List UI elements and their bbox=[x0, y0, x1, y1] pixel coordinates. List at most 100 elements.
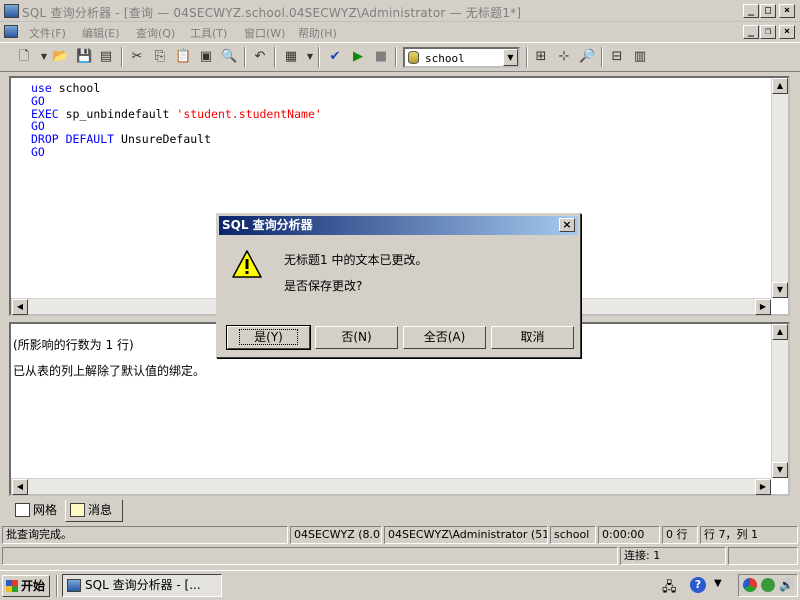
taskbar-item-query-analyzer[interactable]: SQL 查询分析器 - [... bbox=[62, 574, 222, 597]
warning-icon bbox=[232, 250, 262, 278]
query-text[interactable]: use school GO EXEC sp_unbindefault 'stud… bbox=[31, 82, 322, 159]
network-icon[interactable]: 🖧 bbox=[662, 578, 677, 600]
status-connections: 连接: 1 bbox=[620, 547, 726, 565]
new-dropdown-icon[interactable]: ▼ bbox=[36, 49, 52, 65]
menu-file[interactable]: 文件(F) bbox=[29, 25, 66, 41]
close-button[interactable]: × bbox=[779, 4, 795, 18]
display-estimated-plan-icon[interactable]: ⊞ bbox=[533, 49, 549, 65]
result-line: 已从表的列上解除了默认值的绑定。 bbox=[13, 364, 206, 378]
dialog-message-line1: 无标题1 中的文本已更改。 bbox=[284, 253, 428, 267]
cancel-button[interactable]: 取消 bbox=[491, 326, 574, 349]
query-analyzer-icon bbox=[67, 579, 81, 592]
title-bar: SQL 查询分析器 - [查询 — 04SECWYZ.school.04SECW… bbox=[0, 0, 800, 22]
save-icon[interactable]: 💾 bbox=[76, 49, 92, 65]
editor-vertical-scrollbar[interactable]: ▲ ▼ bbox=[771, 78, 788, 298]
app-icon bbox=[4, 4, 19, 18]
no-to-all-button[interactable]: 全否(A) bbox=[403, 326, 486, 349]
dialog-title: SQL 查询分析器 bbox=[222, 218, 313, 232]
maximize-button[interactable]: □ bbox=[760, 4, 776, 18]
results-tabs: 网格 消息 bbox=[9, 500, 790, 522]
status-database: school bbox=[550, 526, 596, 544]
window-title: SQL 查询分析器 - [查询 — 04SECWYZ.school.04SECW… bbox=[22, 6, 522, 20]
load-script-icon[interactable]: ▤ bbox=[98, 49, 114, 65]
grid-icon bbox=[15, 503, 30, 517]
mdi-close-button[interactable]: × bbox=[779, 25, 795, 39]
chevron-down-icon[interactable]: ▼ bbox=[714, 578, 722, 589]
database-icon bbox=[408, 51, 419, 64]
menu-help[interactable]: 帮助(H) bbox=[298, 25, 337, 41]
toolbar: 🗋 ▼ 📂 💾 ▤ ✂ ⎘ 📋 ▣ 🔍 ↶ ▦ ▼ ✔ ▶ ■ school ▼… bbox=[0, 42, 800, 72]
scroll-right-icon[interactable]: ▶ bbox=[755, 299, 771, 315]
status-empty-right bbox=[728, 547, 798, 565]
results-horizontal-scrollbar[interactable]: ◀ ▶ bbox=[11, 478, 771, 495]
chevron-down-icon[interactable]: ▼ bbox=[503, 49, 518, 66]
code-line: DROP DEFAULT UnsureDefault bbox=[31, 132, 212, 147]
sql-service-manager-icon[interactable] bbox=[743, 578, 757, 592]
start-button[interactable]: 开始 bbox=[2, 575, 50, 597]
code-line: EXEC sp_unbindefault 'student.studentNam… bbox=[31, 106, 322, 121]
scroll-right-icon[interactable]: ▶ bbox=[755, 479, 771, 495]
messages-icon bbox=[70, 503, 85, 517]
dialog-close-button[interactable]: × bbox=[559, 218, 575, 232]
status-elapsed-time: 0:00:00 bbox=[598, 526, 660, 544]
scroll-left-icon[interactable]: ◀ bbox=[12, 479, 28, 495]
open-folder-icon[interactable]: 📂 bbox=[52, 49, 68, 65]
scroll-down-icon[interactable]: ▼ bbox=[772, 462, 788, 478]
execute-query-icon[interactable]: ▶ bbox=[350, 49, 366, 65]
menu-tools[interactable]: 工具(T) bbox=[190, 25, 227, 41]
results-vertical-scrollbar[interactable]: ▲ ▼ bbox=[771, 324, 788, 478]
status-message: 批查询完成。 bbox=[2, 526, 288, 544]
find-icon[interactable]: 🔍 bbox=[221, 49, 237, 65]
help-icon[interactable]: ? bbox=[690, 577, 706, 593]
scroll-down-icon[interactable]: ▼ bbox=[772, 282, 788, 298]
menu-query[interactable]: 查询(Q) bbox=[136, 25, 175, 41]
code-line: GO bbox=[31, 144, 45, 159]
cut-icon[interactable]: ✂ bbox=[129, 49, 145, 65]
windows-logo-icon bbox=[6, 580, 18, 592]
dialog-message-line2: 是否保存更改? bbox=[284, 279, 363, 293]
yes-button[interactable]: 是(Y) bbox=[226, 325, 311, 350]
tray-status-icon[interactable] bbox=[761, 578, 775, 592]
menu-window[interactable]: 窗口(W) bbox=[244, 25, 285, 41]
no-button[interactable]: 否(N) bbox=[315, 326, 398, 349]
scroll-left-icon[interactable]: ◀ bbox=[12, 299, 28, 315]
copy-icon[interactable]: ⎘ bbox=[152, 49, 168, 65]
speaker-icon[interactable]: 🔊 bbox=[779, 578, 794, 592]
minimize-button[interactable]: _ bbox=[743, 4, 759, 18]
status-user: 04SECWYZ\Administrator (51 bbox=[384, 526, 548, 544]
status-server: 04SECWYZ (8.0) bbox=[290, 526, 382, 544]
clear-window-icon[interactable]: ▣ bbox=[198, 49, 214, 65]
database-selector[interactable]: school ▼ bbox=[403, 47, 520, 68]
menu-edit[interactable]: 编辑(E) bbox=[82, 25, 120, 41]
undo-icon[interactable]: ↶ bbox=[252, 49, 268, 65]
status-empty bbox=[2, 547, 618, 565]
dialog-title-bar: SQL 查询分析器 × bbox=[219, 216, 578, 235]
object-search-icon[interactable]: 🔎 bbox=[579, 49, 595, 65]
system-tray: 🔊 bbox=[738, 574, 798, 597]
parse-query-icon[interactable]: ✔ bbox=[327, 49, 343, 65]
tab-grid[interactable]: 网格 bbox=[11, 500, 67, 522]
document-icon bbox=[4, 25, 18, 38]
results-pane-icon[interactable]: ▥ bbox=[632, 49, 648, 65]
scroll-up-icon[interactable]: ▲ bbox=[772, 78, 788, 94]
save-changes-dialog: SQL 查询分析器 × 无标题1 中的文本已更改。 是否保存更改? 是(Y) 否… bbox=[216, 213, 581, 358]
object-browser-icon[interactable]: ⊟ bbox=[609, 49, 625, 65]
mdi-minimize-button[interactable]: _ bbox=[743, 25, 759, 39]
status-position: 行 7，列 1 bbox=[700, 526, 798, 544]
taskbar: 开始 SQL 查询分析器 - [... 🖧 ? ▼ 🔊 bbox=[0, 570, 800, 600]
new-query-icon[interactable]: 🗋 bbox=[16, 49, 32, 65]
results-mode-icon[interactable]: ▦ bbox=[283, 49, 299, 65]
mdi-restore-button[interactable]: ❐ bbox=[760, 25, 776, 39]
result-line: (所影响的行数为 1 行) bbox=[13, 338, 134, 352]
paste-icon[interactable]: 📋 bbox=[175, 49, 191, 65]
status-rows: 0 行 bbox=[662, 526, 698, 544]
status-bar-secondary: 连接: 1 bbox=[0, 546, 800, 568]
database-selector-value: school bbox=[425, 52, 465, 65]
scroll-up-icon[interactable]: ▲ bbox=[772, 324, 788, 340]
results-mode-dropdown-icon[interactable]: ▼ bbox=[302, 49, 318, 65]
index-tuning-icon[interactable]: ⊹ bbox=[556, 49, 572, 65]
menu-bar: 文件(F) 编辑(E) 查询(Q) 工具(T) 窗口(W) 帮助(H) _ ❐ … bbox=[0, 22, 800, 42]
cancel-query-icon[interactable]: ■ bbox=[373, 49, 389, 65]
status-bar: 批查询完成。 04SECWYZ (8.0) 04SECWYZ\Administr… bbox=[0, 525, 800, 545]
tab-messages[interactable]: 消息 bbox=[65, 500, 123, 522]
